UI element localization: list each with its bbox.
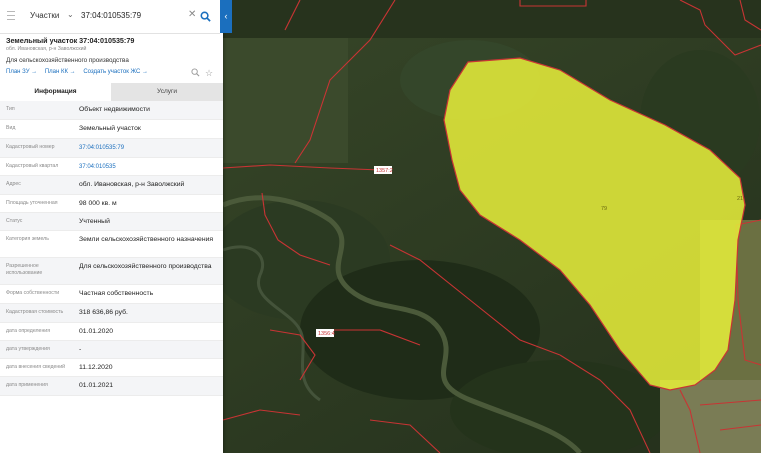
category-select[interactable]: Участки	[30, 11, 59, 20]
table-row: Кадастровый квартал 37:04:010535	[0, 158, 223, 176]
parcel-title: Земельный участок 37:04:010535:79	[6, 36, 135, 45]
tab-information[interactable]: Информация	[0, 83, 111, 102]
parcel-links: План ЗУ → План КК → Создать участок ЖС →	[6, 69, 154, 75]
info-panel: Участки ⌄ 37:04:010535:79 ✕ ‹ Земельный …	[0, 0, 232, 453]
parcel-address: обл. Ивановская, р-н Заволжский	[6, 46, 87, 52]
table-row: Вид Земельный участок	[0, 120, 223, 139]
table-row: Адрес обл. Ивановская, р-н Заволжский	[0, 176, 223, 195]
row-value: -	[79, 346, 82, 353]
table-row: дата утверждения -	[0, 341, 223, 359]
property-table: Тип Объект недвижимости Вид Земельный уч…	[0, 101, 223, 396]
row-value: 98 000 кв. м	[79, 200, 117, 207]
table-row: Форма собственности Частная собственност…	[0, 285, 223, 304]
row-value: Объект недвижимости	[79, 106, 150, 113]
cadastral-number-link[interactable]: 37:04:010535:79	[79, 144, 219, 153]
row-key: дата определения	[6, 328, 51, 334]
row-value: Земельный участок	[79, 125, 141, 132]
table-row: дата определения 01.01.2020	[0, 323, 223, 341]
menu-icon[interactable]	[7, 11, 15, 21]
row-key: дата внесения сведений	[6, 364, 66, 370]
collapse-arrow-icon[interactable]: ‹	[220, 0, 232, 33]
table-row: дата внесения сведений 11.12.2020	[0, 359, 223, 377]
row-key: Кадастровая стоимость	[6, 309, 64, 315]
map-label-1356-4: 1356:4	[318, 331, 335, 337]
row-value: обл. Ивановская, р-н Заволжский	[79, 181, 185, 188]
row-value: 318 636,86 руб.	[79, 309, 128, 316]
zoom-icon[interactable]	[191, 68, 201, 78]
table-row: Кадастровая стоимость 318 636,86 руб.	[0, 304, 223, 323]
plan-kk-link[interactable]: План КК →	[45, 69, 76, 75]
row-key: дата применения	[6, 382, 48, 388]
map-label-1357-2: 1357:2	[376, 168, 393, 174]
map-label-79: 79	[601, 206, 607, 212]
row-value: Для сельскохозяйственного производства	[79, 263, 212, 270]
row-key: Разрешенное использование	[6, 263, 43, 276]
row-key: дата утверждения	[6, 346, 50, 352]
row-key: Статус	[6, 218, 23, 224]
search-bar: Участки ⌄ 37:04:010535:79 ✕	[0, 0, 220, 34]
row-value: 01.01.2020	[79, 328, 114, 335]
star-icon[interactable]: ☆	[205, 68, 215, 78]
row-key: Адрес	[6, 181, 21, 187]
tab-services[interactable]: Услуги	[111, 83, 223, 101]
close-icon[interactable]: ✕	[188, 9, 196, 20]
table-row: дата применения 01.01.2021	[0, 377, 223, 396]
row-key: Тип	[6, 106, 15, 112]
table-row: Категория земель Земли сельскохозяйствен…	[0, 231, 223, 258]
table-row: Разрешенное использование Для сельскохоз…	[0, 258, 223, 285]
row-value: 11.12.2020	[79, 364, 113, 371]
row-key: Кадастровый номер	[6, 144, 55, 150]
map-label-21: 21	[737, 196, 743, 202]
search-input[interactable]: 37:04:010535:79	[81, 11, 141, 20]
tabs: Информация Услуги	[0, 83, 223, 102]
table-row: Площадь уточненная 98 000 кв. м	[0, 195, 223, 213]
parcel-purpose: Для сельскохозяйственного производства	[6, 57, 129, 64]
row-key: Площадь уточненная	[6, 200, 58, 206]
cadastral-quarter-link[interactable]: 37:04:010535	[79, 163, 219, 172]
row-value: Земли сельскохозяйственного назначения	[79, 236, 214, 243]
row-key: Категория земель	[6, 236, 49, 242]
row-key: Кадастровый квартал	[6, 163, 59, 169]
chevron-down-icon[interactable]: ⌄	[67, 10, 74, 19]
create-parcel-link[interactable]: Создать участок ЖС →	[83, 69, 148, 75]
table-row: Кадастровый номер 37:04:010535:79	[0, 139, 223, 158]
row-key: Форма собственности	[6, 290, 60, 296]
table-row: Статус Учтенный	[0, 213, 223, 231]
row-value: Учтенный	[79, 218, 110, 225]
row-key: Вид	[6, 125, 16, 131]
row-value: Частная собственность	[79, 290, 154, 297]
table-row: Тип Объект недвижимости	[0, 101, 223, 120]
plan-zu-link[interactable]: План ЗУ →	[6, 69, 37, 75]
search-icon[interactable]	[200, 9, 211, 27]
row-value: 01.01.2021	[79, 382, 114, 389]
